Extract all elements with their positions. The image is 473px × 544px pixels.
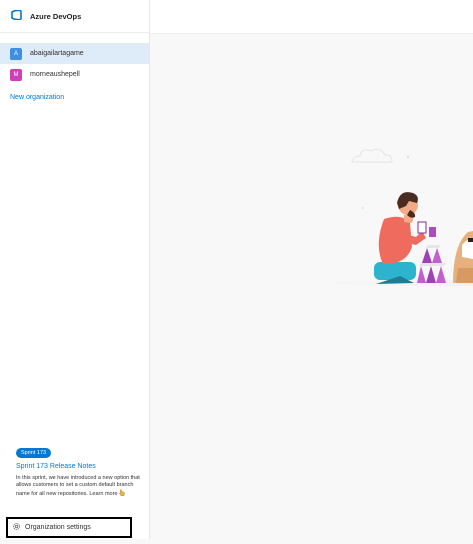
organization-settings-button[interactable]: Organization settings [6,517,132,538]
person-building-card-house-icon [374,192,436,284]
sidebar: Azure DevOps A abaigailartagame M mornea… [0,0,150,539]
release-notes-card: Sprint 173 Sprint 173 Release Notes In t… [16,441,141,499]
brand-header[interactable]: Azure DevOps [0,0,149,33]
release-notes-body: In this sprint, we have introduced a new… [16,475,144,499]
sprint-badge: Sprint 173 [16,448,52,458]
organization-settings-label: Organization settings [25,524,91,531]
org-name: morneaushepell [30,71,80,78]
org-item-morneaushepell[interactable]: M morneaushepell [0,64,149,85]
org-avatar: M [10,68,22,81]
main-content [150,33,473,539]
brand-name: Azure DevOps [30,11,82,21]
org-item-abaigailartagame[interactable]: A abaigailartagame [0,43,149,64]
empty-state-illustration [290,148,473,286]
azure-devops-logo-icon [11,7,22,25]
hand-point-icon [119,489,125,497]
dog-icon [453,231,473,283]
gear-icon [12,522,21,533]
organization-list: A abaigailartagame M morneaushepell [0,43,149,85]
new-organization-link[interactable]: New organization [10,94,149,101]
learn-more-link[interactable]: Learn more [89,491,117,497]
org-avatar: A [10,47,22,60]
card-house-icon [417,245,446,283]
release-notes-title[interactable]: Sprint 173 Release Notes [16,463,141,470]
cloud-icon [351,148,393,163]
top-bar [150,0,473,34]
org-name: abaigailartagame [30,50,84,57]
